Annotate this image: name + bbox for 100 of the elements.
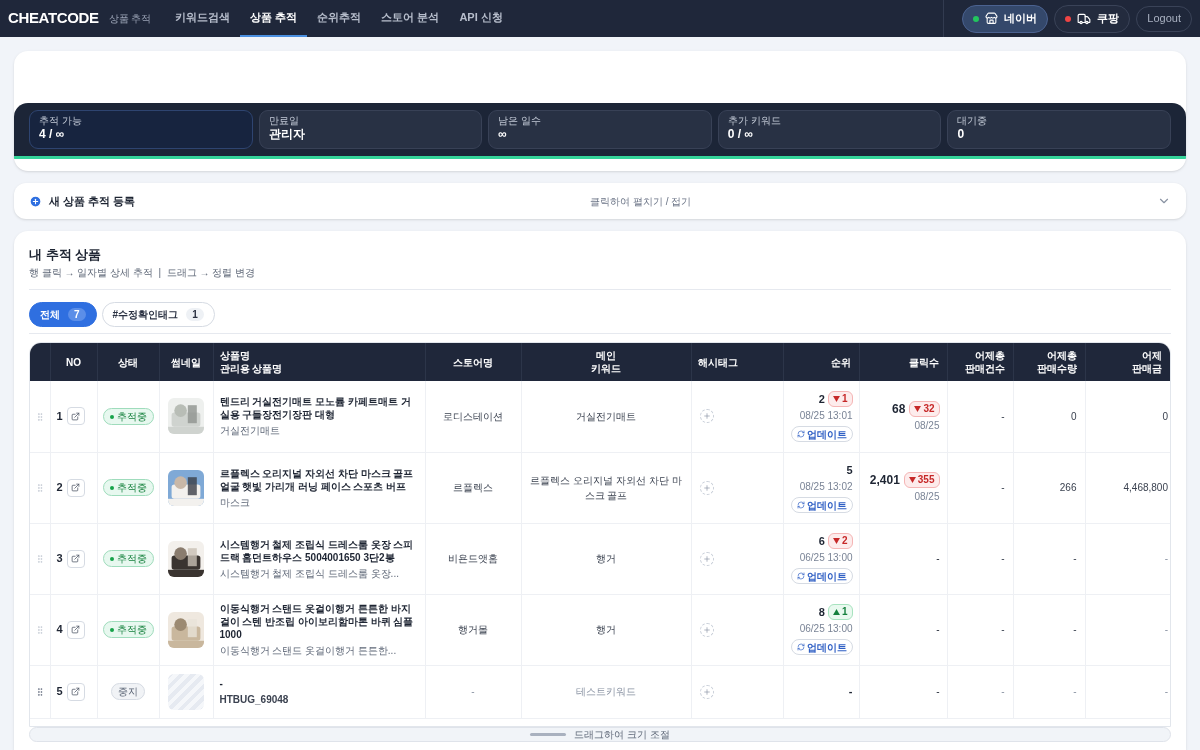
open-link-button[interactable] xyxy=(66,620,85,639)
column-header: 어제 판매금 xyxy=(1085,343,1170,381)
click-count: - xyxy=(936,552,940,566)
admin-product-name: 시스템행거 철제 조립식 드레스룸 옷장... xyxy=(219,566,400,580)
nav-tab[interactable]: API 신청 xyxy=(449,0,513,37)
register-toggle-bar[interactable]: 새 상품 추적 등록 클릭하여 펼치기 / 접기 xyxy=(14,183,1186,219)
plus-icon xyxy=(702,687,711,696)
product-name: - xyxy=(219,677,224,690)
store-name: 르플렉스 xyxy=(453,482,493,493)
resize-hint: 드래그하여 크기 조절 xyxy=(574,728,670,741)
column-header: 상품명 관리용 상품명 xyxy=(213,343,425,381)
stat-value: 0 xyxy=(957,127,966,142)
rank-value: 5 xyxy=(846,462,853,478)
filter-chip[interactable]: #수정확인태그 1 xyxy=(101,302,215,327)
product-name: 르플렉스 오리지널 자외선 차단 마스크 골프 얼굴 햇빛 가리개 러닝 페이스 스포츠 버프 xyxy=(219,466,415,493)
plus-icon xyxy=(702,483,711,492)
store-name: 행거몰 xyxy=(458,624,488,635)
refresh-icon xyxy=(796,501,805,510)
stat-label: 만료일 xyxy=(268,114,300,127)
stat-label: 추적 가능 xyxy=(39,114,83,127)
refresh-icon xyxy=(796,643,805,652)
sales-quantity: - xyxy=(1073,686,1077,697)
stat-value: ∞ xyxy=(498,127,508,142)
section-title: 내 추적 상품 xyxy=(29,247,103,263)
stat-label: 추가 키워드 xyxy=(727,114,782,127)
status-badge: 중지 xyxy=(111,683,145,700)
decrease-badge: 32 xyxy=(909,400,940,417)
resize-handle-bar[interactable]: 드래그하여 크기 조절 xyxy=(29,727,1171,742)
rank-date: 08/25 13:01 xyxy=(799,409,853,423)
sales-quantity: - xyxy=(1073,553,1077,564)
rank-date: 06/25 13:00 xyxy=(799,551,853,566)
click-count: 2,401 xyxy=(869,472,900,489)
rank-date: 06/25 13:00 xyxy=(799,622,853,637)
stat-value: 관리자 xyxy=(268,127,306,142)
platform-button[interactable]: 쿠팡 xyxy=(1054,4,1131,33)
admin-product-name: 거실전기매트 xyxy=(219,424,281,438)
plus-icon xyxy=(29,194,42,208)
increase-badge: 1 xyxy=(827,604,853,620)
store-icon xyxy=(985,12,999,25)
click-count: - xyxy=(936,685,940,699)
click-count: - xyxy=(936,623,940,637)
column-header: 스토어명 xyxy=(425,343,521,381)
click-date: 08/25 xyxy=(914,418,940,433)
sales-amount: - xyxy=(1164,624,1168,635)
store-name: 로디스테이션 xyxy=(443,410,503,422)
rank-value: 8 xyxy=(818,604,825,620)
open-link-button[interactable] xyxy=(66,407,85,426)
logo[interactable]: CHEATCODE xyxy=(8,7,99,30)
main-keyword: 르플렉스 오리지널 자외선 차단 마스크 골프 xyxy=(530,474,682,501)
refresh-icon xyxy=(796,430,805,438)
truck-icon xyxy=(1077,11,1092,26)
status-badge: 추적중 xyxy=(102,479,154,497)
main-keyword: 행거 xyxy=(596,624,616,635)
platform-button[interactable]: 네이버 xyxy=(962,4,1049,33)
click-count: 68 xyxy=(892,400,906,418)
up-triangle-icon xyxy=(832,609,840,615)
down-triangle-icon xyxy=(832,538,840,544)
status-badge: 추적중 xyxy=(102,550,154,568)
toggle-hint: 클릭하여 펼치기 / 접기 xyxy=(590,194,692,209)
decrease-badge: 1 xyxy=(827,390,853,407)
stat-value: 4 / ∞ xyxy=(39,127,66,142)
column-header: 순위 xyxy=(783,343,859,381)
drag-column-header xyxy=(30,343,50,381)
nav-tab[interactable]: 순위추적 xyxy=(307,0,372,37)
decrease-badge: 2 xyxy=(827,533,853,549)
sales-quantity: 266 xyxy=(1059,482,1077,493)
column-header: 어제총 판매건수 xyxy=(947,343,1013,381)
sales-amount: - xyxy=(1164,553,1168,564)
store-name: 비욘드앳홈 xyxy=(448,553,498,564)
row-number: 4 xyxy=(56,622,63,638)
sales-amount: - xyxy=(1164,686,1168,697)
nav-tab[interactable]: 키워드검색 xyxy=(165,0,241,37)
rank-value: 6 xyxy=(818,533,825,549)
section-hint: 행 클릭 → 일자별 상세 추적 | 드래그 → 정렬 변경 xyxy=(29,266,256,279)
sales-quantity: 0 xyxy=(1070,410,1077,422)
rank-date: 08/25 13:02 xyxy=(799,480,853,495)
down-triangle-icon xyxy=(832,395,840,402)
count-badge: 1 xyxy=(186,308,204,321)
order-count: - xyxy=(1001,624,1005,635)
nav-tab[interactable]: 스토어 분석 xyxy=(371,0,450,37)
column-header: 클릭수 xyxy=(859,343,947,381)
filter-chip[interactable]: 전체 7 xyxy=(29,302,97,327)
admin-product-name: 마스크 xyxy=(219,495,251,509)
order-count: - xyxy=(1001,686,1005,697)
product-name: 이동식행거 스탠드 옷걸이행거 튼튼한 바지걸이 스텐 반조립 아이보리함마톤 바퀴 심플1000 xyxy=(219,602,415,641)
order-count: - xyxy=(1001,553,1005,564)
row-number: 2 xyxy=(56,480,63,496)
down-triangle-icon xyxy=(914,405,922,412)
open-link-button[interactable] xyxy=(66,549,85,568)
store-name: - xyxy=(471,686,475,697)
open-link-button[interactable] xyxy=(66,682,85,701)
product-name: 텐드리 거실전기매트 모노륨 카페트매트 거실용 구들장전기장판 대형 xyxy=(219,395,412,422)
plus-icon xyxy=(702,625,711,634)
stat-value: 0 / ∞ xyxy=(727,127,754,142)
status-badge: 추적중 xyxy=(102,621,154,639)
open-link-button[interactable] xyxy=(66,478,85,497)
register-title: 새 상품 추적 등록 xyxy=(49,193,136,209)
stat-label: 대기중 xyxy=(957,114,989,127)
admin-product-name: 이동식행거 스탠드 옷걸이행거 튼튼한... xyxy=(219,644,398,657)
nav-tab[interactable]: 상품 추적 xyxy=(240,0,308,37)
